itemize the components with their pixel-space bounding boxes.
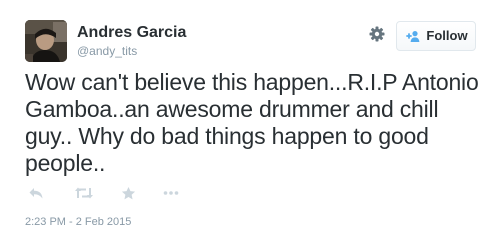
retweet-icon[interactable] (74, 184, 94, 202)
gear-icon[interactable] (369, 26, 385, 42)
avatar[interactable] (25, 20, 67, 62)
tweet-text: Wow can't believe this happen...R.I.P An… (25, 69, 479, 176)
user-handle[interactable]: @andy_tits (77, 44, 137, 58)
favorite-icon[interactable] (118, 184, 138, 202)
follow-user-icon (404, 30, 420, 42)
tweet-timestamp[interactable]: 2:23 PM - 2 Feb 2015 (25, 216, 131, 229)
follow-button[interactable]: Follow (396, 21, 476, 51)
user-name[interactable]: Andres Garcia (77, 24, 186, 42)
more-icon[interactable] (161, 184, 181, 202)
tweet-card: Andres Garcia @andy_tits Follow Wow can'… (0, 0, 500, 252)
follow-button-label: Follow (426, 28, 468, 43)
avatar-image (25, 20, 67, 62)
reply-icon[interactable] (26, 184, 46, 202)
